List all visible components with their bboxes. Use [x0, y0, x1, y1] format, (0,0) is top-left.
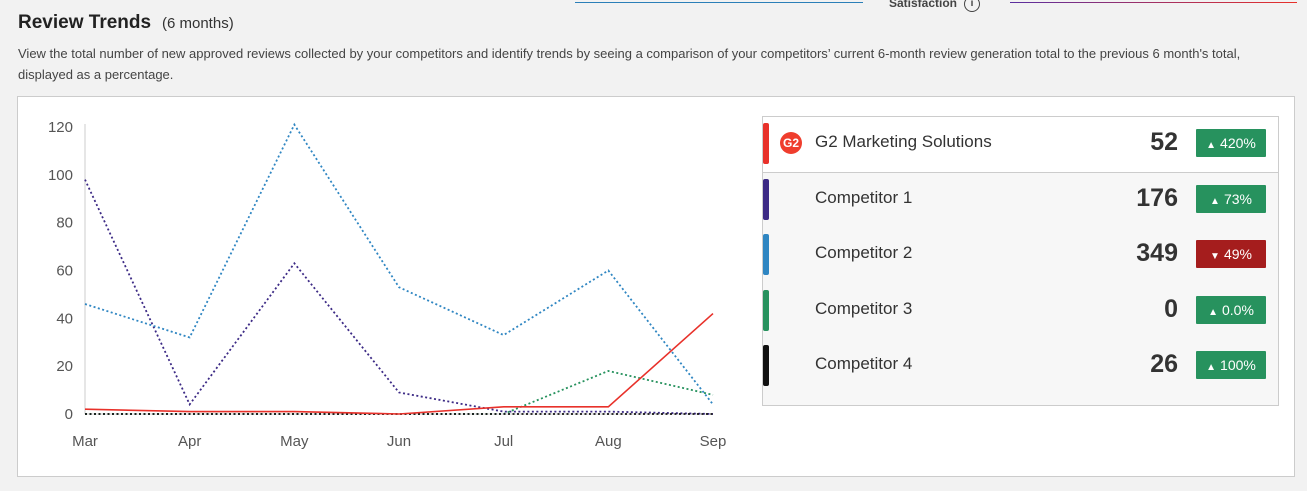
- legend-row-competitor-4[interactable]: Competitor 4 26 ▲ 100%: [763, 339, 1278, 394]
- legend-count: 0: [1164, 295, 1178, 323]
- legend-count: 26: [1150, 350, 1178, 378]
- y-tick-label: 20: [56, 358, 73, 375]
- change-value: 0.0%: [1221, 302, 1254, 318]
- change-value: 49%: [1223, 246, 1252, 262]
- arrow-up-icon: ▲: [1206, 362, 1217, 373]
- section-description: View the total number of new approved re…: [18, 46, 1241, 82]
- competitor-legend: G2 G2 Marketing Solutions 52 ▲ 420% Compe…: [762, 116, 1279, 406]
- g2-logo-icon: G2: [780, 132, 802, 154]
- y-tick-label: 100: [48, 167, 73, 184]
- series-color-bar: [763, 179, 769, 220]
- y-tick-label: 0: [65, 406, 73, 423]
- change-badge: ▲ 100%: [1196, 351, 1266, 379]
- y-tick-label: 60: [56, 263, 73, 280]
- satisfaction-label: Satisfaction: [889, 0, 958, 10]
- change-badge: ▲ 420%: [1196, 129, 1266, 157]
- legend-row-g2[interactable]: G2 G2 Marketing Solutions 52 ▲ 420%: [763, 117, 1278, 173]
- series-color-bar: [763, 345, 769, 386]
- series-line-competitor-1: [84, 179, 714, 415]
- top-bar: Satisfaction i: [0, 0, 1307, 14]
- change-value: 73%: [1223, 191, 1252, 207]
- change-value: 100%: [1220, 357, 1256, 373]
- arrow-up-icon: ▲: [1208, 307, 1218, 318]
- series-line-g2-marketing-solutions: [84, 312, 714, 415]
- series-color-bar: [763, 290, 769, 331]
- legend-name: Competitor 4: [815, 354, 913, 373]
- arrow-down-icon: ▼: [1210, 251, 1220, 262]
- y-tick-label: 40: [56, 310, 73, 327]
- x-tick-label: Apr: [178, 433, 201, 450]
- y-tick-label: 80: [56, 215, 73, 232]
- x-tick-label: May: [280, 433, 309, 450]
- series-line-competitor-2: [84, 122, 714, 405]
- legend-count: 349: [1136, 239, 1178, 267]
- legend-name: Competitor 3: [815, 299, 913, 318]
- arrow-up-icon: ▲: [1206, 140, 1217, 151]
- top-divider-left: [575, 2, 863, 3]
- section-subtitle: (6 months): [162, 15, 234, 32]
- x-tick-label: Jun: [387, 433, 411, 450]
- change-badge: ▼ 49%: [1196, 240, 1266, 268]
- info-icon[interactable]: i: [964, 0, 980, 12]
- section-title: Review Trends: [18, 12, 152, 33]
- change-badge: ▲ 0.0%: [1196, 296, 1266, 324]
- legend-name: Competitor 1: [815, 188, 913, 207]
- legend-name: Competitor 2: [815, 243, 913, 262]
- arrow-up-icon: ▲: [1210, 196, 1220, 207]
- legend-count: 176: [1136, 184, 1178, 212]
- top-divider-right: [1010, 2, 1297, 3]
- line-chart: 0 20 40 60 80 100 120 Mar Apr May Jun Jul Aug Sep: [48, 119, 727, 450]
- series-color-bar: [763, 123, 769, 164]
- review-trends-panel: 0 20 40 60 80 100 120 Mar Apr May Jun Jul Aug Sep G2 …: [17, 96, 1295, 477]
- x-tick-label: Aug: [595, 433, 622, 450]
- legend-row-competitor-2[interactable]: Competitor 2 349 ▼ 49%: [763, 228, 1278, 283]
- change-badge: ▲ 73%: [1196, 185, 1266, 213]
- x-tick-label: Sep: [700, 433, 727, 450]
- change-value: 420%: [1220, 135, 1256, 151]
- x-tick-label: Jul: [494, 433, 513, 450]
- legend-name: G2 Marketing Solutions: [815, 132, 992, 151]
- legend-count: 52: [1150, 128, 1178, 156]
- series-color-bar: [763, 234, 769, 275]
- x-tick-label: Mar: [72, 433, 98, 450]
- legend-row-competitor-3[interactable]: Competitor 3 0 ▲ 0.0%: [763, 284, 1278, 339]
- legend-row-competitor-1[interactable]: Competitor 1 176 ▲ 73%: [763, 173, 1278, 228]
- y-tick-label: 120: [48, 119, 73, 136]
